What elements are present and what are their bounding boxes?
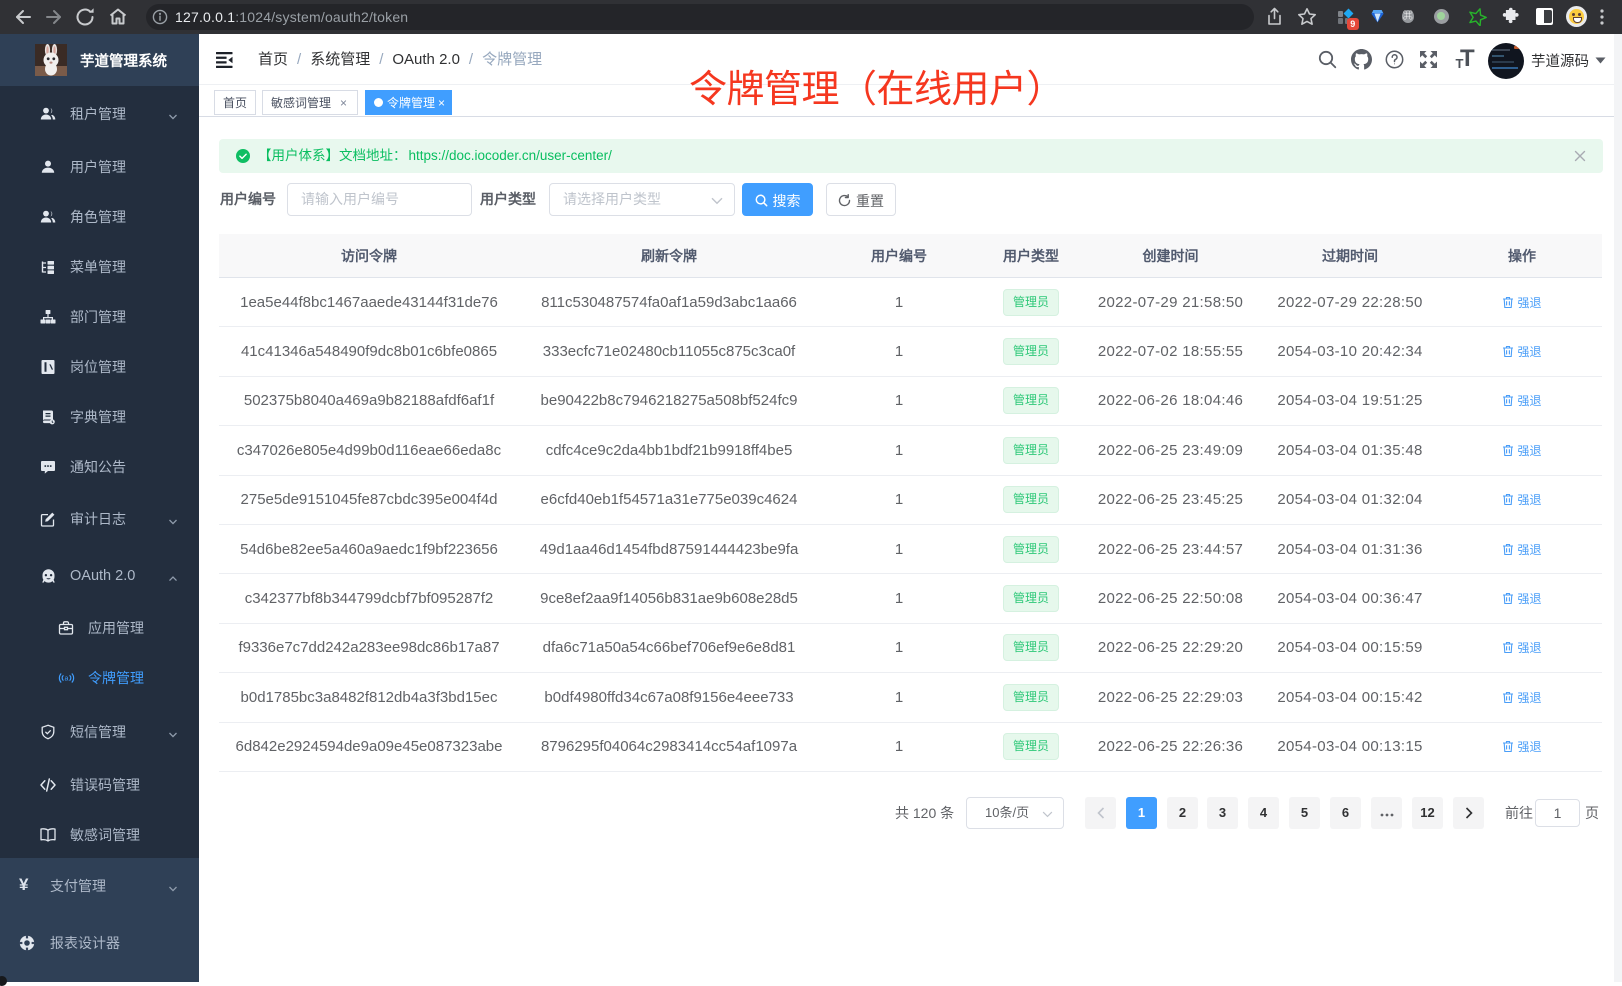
svg-text:a: a [65, 676, 69, 683]
